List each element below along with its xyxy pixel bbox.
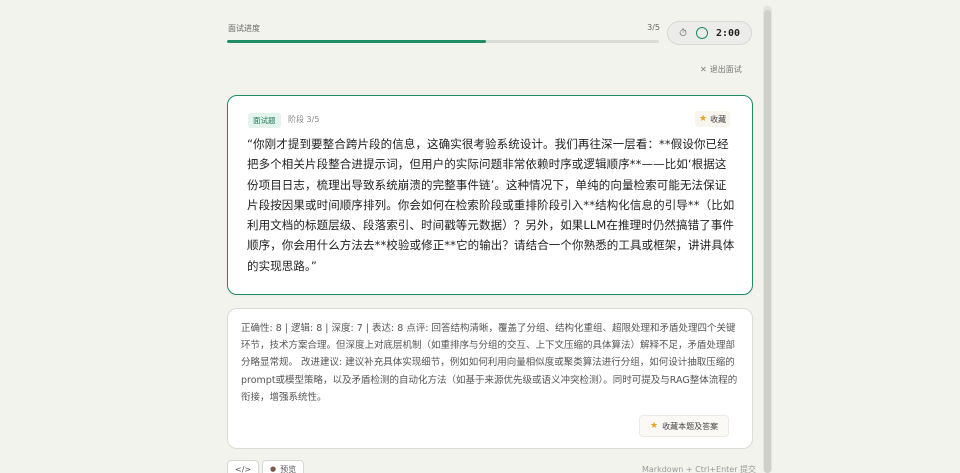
progress-bar-fill bbox=[227, 40, 487, 43]
favorite-question-and-answer-label: 收藏本题及答案 bbox=[662, 421, 719, 431]
favorite-label: 收藏 bbox=[710, 114, 727, 124]
favorite-question-and-answer-button[interactable]: ★ 收藏本题及答案 bbox=[639, 415, 730, 437]
feedback-text: 正确性: 8 | 逻辑: 8 | 深度: 7 | 表达: 8 点评: 回答结构清… bbox=[241, 323, 738, 403]
timer: ⏱ 2:00 bbox=[667, 21, 752, 45]
preview-label: 预览 bbox=[280, 464, 297, 473]
star-icon: ★ bbox=[699, 114, 708, 124]
code-icon: </> bbox=[235, 464, 252, 473]
progress-bar bbox=[227, 40, 659, 43]
question-card: 面试题 阶段 3/5 ★ 收藏 “你刚才提到要整合跨片段的信息，这确实很考验系统… bbox=[227, 95, 753, 295]
close-icon: ✕ bbox=[700, 65, 707, 74]
progress-label: 面试进度 bbox=[228, 24, 260, 33]
code-button[interactable]: </> bbox=[227, 460, 260, 473]
timer-value: 2:00 bbox=[716, 27, 741, 39]
star-icon: ★ bbox=[650, 421, 659, 431]
exit-interview-label: 退出面试 bbox=[709, 65, 742, 74]
page-scrollbar[interactable] bbox=[763, 6, 772, 473]
preview-button[interactable]: ● 预览 bbox=[262, 460, 305, 473]
preview-icon: ● bbox=[270, 465, 277, 473]
progress-count: 3/5 bbox=[647, 23, 660, 32]
timer-ring-icon bbox=[696, 27, 708, 39]
favorite-button[interactable]: ★ 收藏 bbox=[695, 111, 731, 127]
stopwatch-icon: ⏱ bbox=[679, 27, 687, 39]
exit-interview-button[interactable]: ✕ 退出面试 bbox=[700, 64, 742, 75]
question-tag: 面试题 bbox=[248, 113, 281, 128]
submit-hint: Markdown + Ctrl+Enter 提交 bbox=[642, 465, 757, 473]
question-stage: 阶段 3/5 bbox=[288, 115, 320, 124]
feedback-card: 正确性: 8 | 逻辑: 8 | 深度: 7 | 表达: 8 点评: 回答结构清… bbox=[227, 308, 753, 449]
question-text: “你刚才提到要整合跨片段的信息，这确实很考验系统设计。我们再往深一层看：**假设… bbox=[247, 137, 735, 273]
scrollbar-thumb[interactable] bbox=[764, 10, 771, 473]
